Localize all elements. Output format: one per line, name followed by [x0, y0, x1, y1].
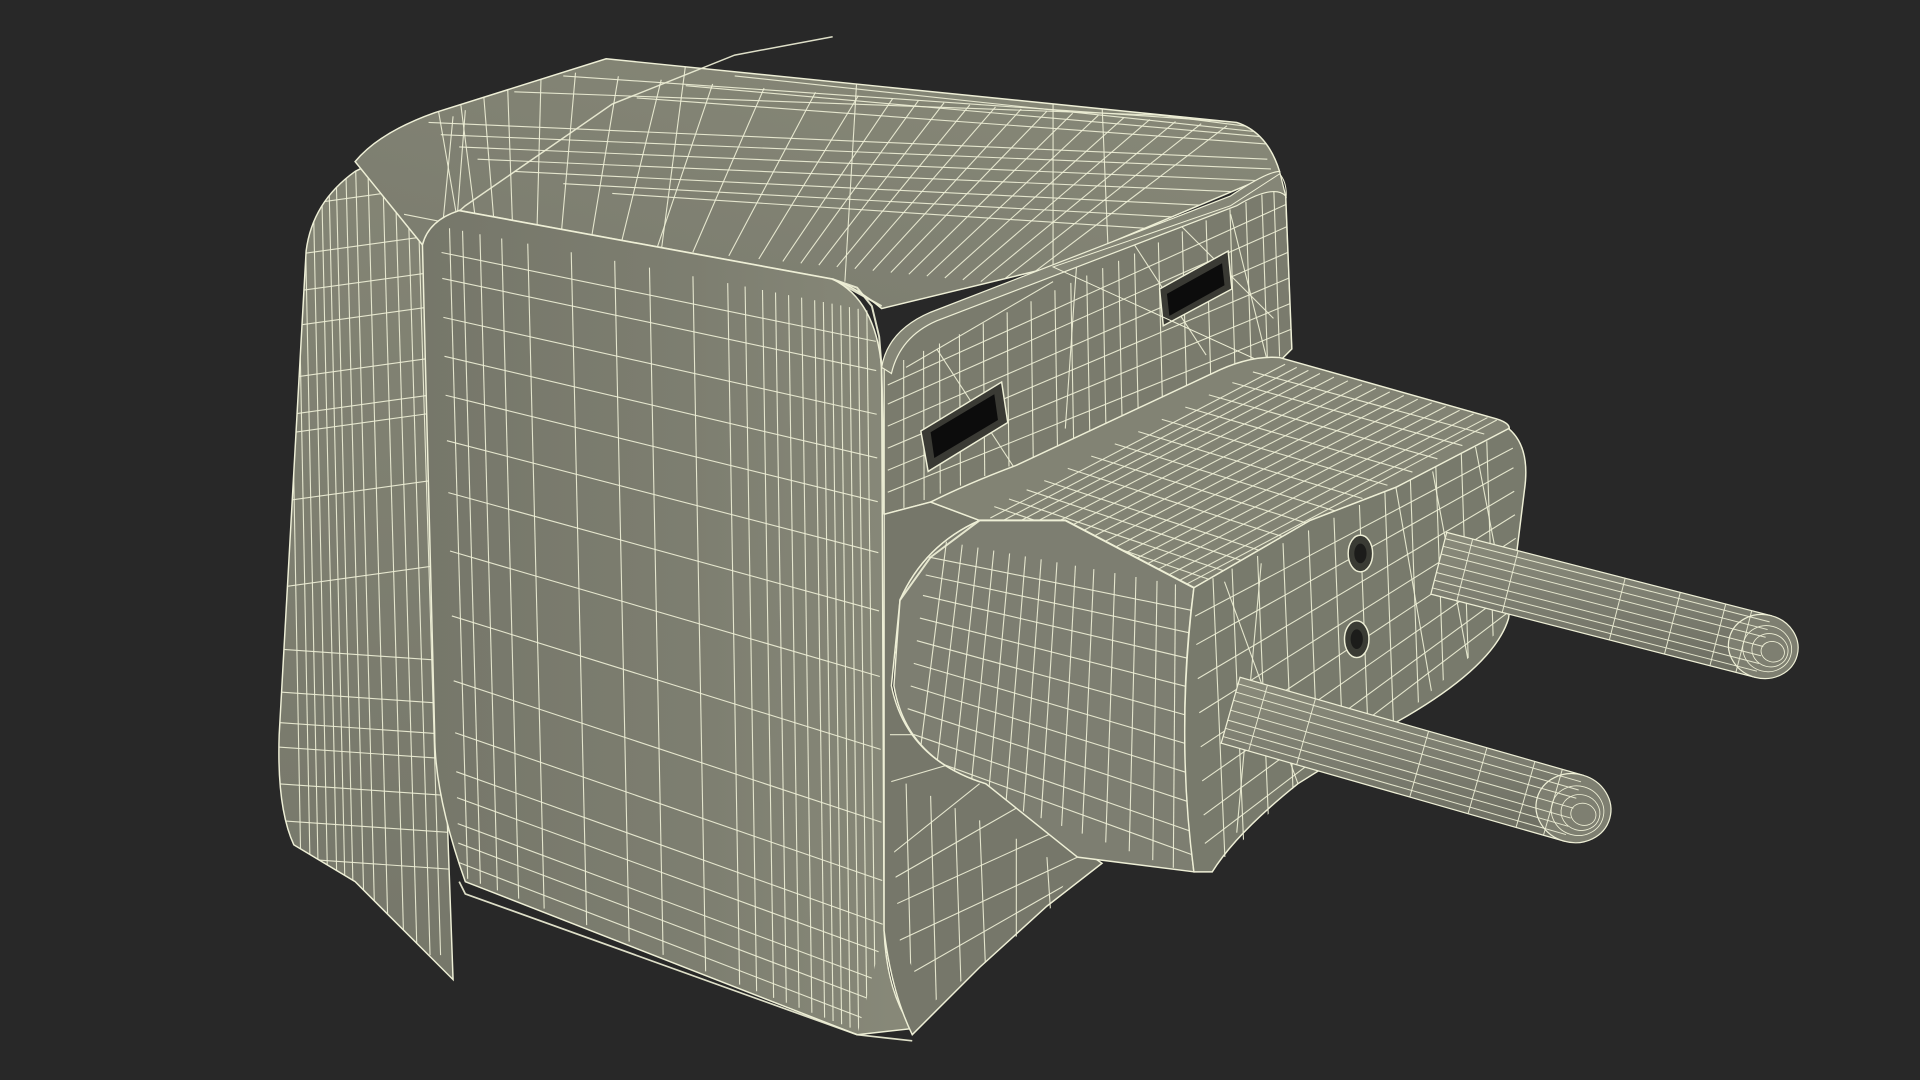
wireframe-scene — [278, 36, 1799, 1042]
render-viewport — [0, 0, 1920, 1080]
adapter-front-face — [421, 209, 914, 1042]
